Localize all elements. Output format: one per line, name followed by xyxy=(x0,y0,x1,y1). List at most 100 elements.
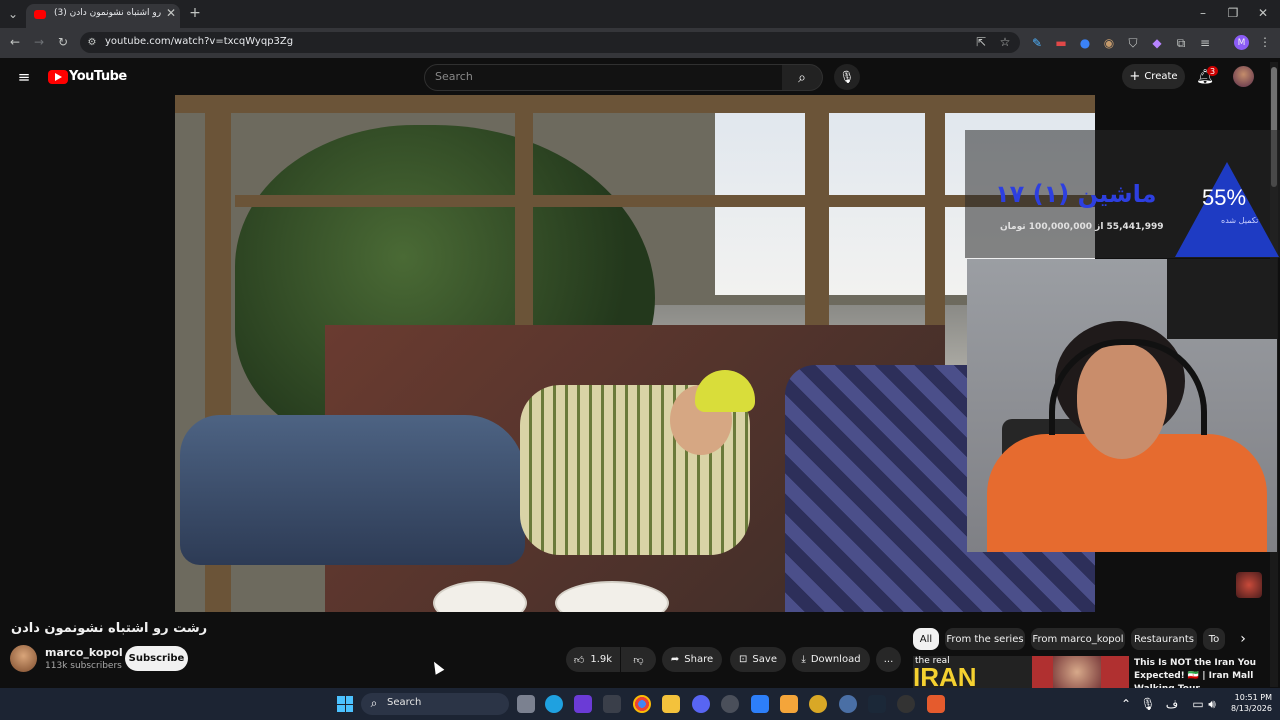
youtube-favicon-icon xyxy=(34,10,46,19)
tray-volume-icon[interactable]: 🔊︎ xyxy=(1206,697,1218,711)
plus-icon: + xyxy=(1129,69,1141,84)
game-icon[interactable] xyxy=(809,695,827,713)
discord-icon[interactable] xyxy=(692,695,710,713)
more-dots-icon: ... xyxy=(883,654,894,665)
clock[interactable]: 10:51 PM 8/13/2026 xyxy=(1222,692,1272,714)
vscode-icon[interactable] xyxy=(751,695,769,713)
steam-icon[interactable] xyxy=(868,695,886,713)
search-input[interactable]: Search xyxy=(435,70,473,83)
back-icon[interactable]: ← xyxy=(8,35,22,49)
edge-icon[interactable] xyxy=(545,695,563,713)
thumbnail-face xyxy=(1053,656,1101,688)
file-explorer-icon[interactable] xyxy=(662,695,680,713)
video-title: رشت رو اشتباه نشونمون دادن xyxy=(11,621,208,636)
app-14-icon[interactable] xyxy=(927,695,945,713)
app-11-icon[interactable] xyxy=(839,695,857,713)
profile-avatar[interactable]: M xyxy=(1234,35,1249,50)
search-box[interactable]: Search xyxy=(424,64,784,91)
tray-mic-icon[interactable]: 🎙 xyxy=(1140,697,1155,711)
extension-1-icon[interactable]: ✎ xyxy=(1030,36,1044,50)
overlay-title: ماشین (۱) ۱۷ xyxy=(995,180,1157,208)
tray-language-icon[interactable]: ف xyxy=(1166,697,1178,711)
obs-icon[interactable] xyxy=(721,695,739,713)
tab-list-icon[interactable]: ⌄ xyxy=(6,7,20,21)
channel-avatar[interactable] xyxy=(10,645,37,672)
search-button[interactable]: ⌕ xyxy=(782,64,823,91)
account-avatar[interactable] xyxy=(1233,66,1254,87)
task-view-icon[interactable] xyxy=(517,695,535,713)
donation-overlay: 55% تکمیل شده ماشین (۱) ۱۷ 55,441,999 از… xyxy=(965,130,1280,258)
new-tab-icon[interactable]: + xyxy=(188,5,202,21)
voice-search-button[interactable]: 🎙 xyxy=(834,64,860,90)
chip-from-channel[interactable]: From marco_kopol xyxy=(1031,628,1125,650)
extension-4-icon[interactable]: ◉ xyxy=(1102,36,1116,50)
site-info-icon[interactable]: ⚙ xyxy=(85,35,99,49)
video-roof-beam xyxy=(175,95,1095,113)
extension-6-icon[interactable]: ◆ xyxy=(1150,36,1164,50)
shield-icon[interactable]: ⛉ xyxy=(1126,36,1140,50)
like-count: 1.9k xyxy=(590,654,613,665)
streamer-webcam xyxy=(967,259,1277,552)
tab-title: رشت رو اشتباه نشونمون دادن (3) xyxy=(54,8,162,18)
share-arrow-icon: ➦ xyxy=(670,654,680,665)
video-player[interactable] xyxy=(175,95,1095,612)
clock-time: 10:51 PM xyxy=(1234,693,1272,702)
tray-chevron-icon[interactable]: ⌃ xyxy=(1120,697,1132,711)
tab-close-icon[interactable]: ✕ xyxy=(164,6,178,20)
browser-menu-icon[interactable]: ⋮ xyxy=(1258,35,1272,49)
more-actions-button[interactable]: ... xyxy=(876,647,901,672)
extensions-row: ✎ ▬ ● ◉ ⛉ ◆ ⧉ ≡ xyxy=(1030,36,1230,51)
download-icon: ⤓ xyxy=(801,654,806,665)
video-pillar-mid xyxy=(515,95,533,335)
chrome-icon[interactable] xyxy=(633,695,651,713)
minimize-icon[interactable]: – xyxy=(1196,6,1210,20)
media-player-icon[interactable] xyxy=(897,695,915,713)
dislike-button[interactable]: 👎︎ xyxy=(621,647,656,672)
extension-3-icon[interactable]: ● xyxy=(1078,36,1092,50)
cast-icon[interactable]: ⇱ xyxy=(974,35,988,49)
extension-2-icon[interactable]: ▬ xyxy=(1054,36,1068,50)
tray-display-icon[interactable]: ▭ xyxy=(1192,697,1204,711)
reload-icon[interactable]: ↻ xyxy=(56,35,70,49)
search-icon: ⌕ xyxy=(798,69,806,86)
youtube-logo-text[interactable]: YouTube xyxy=(69,69,127,84)
recommended-title[interactable]: This Is NOT the Iran You Expected! 🇮🇷 | … xyxy=(1134,657,1266,688)
download-button[interactable]: ⤓ Download xyxy=(792,647,870,672)
browser-tab[interactable]: رشت رو اشتباه نشونمون دادن (3) ✕ xyxy=(26,4,180,28)
chip-partial[interactable]: To xyxy=(1203,628,1225,650)
m-app-icon[interactable] xyxy=(780,695,798,713)
windows-start-icon[interactable] xyxy=(337,696,353,712)
save-button[interactable]: ⊡ Save xyxy=(730,647,786,672)
chip-restaurants[interactable]: Restaurants xyxy=(1131,628,1197,650)
recommended-thumbnail[interactable]: the real IRAN xyxy=(913,656,1129,688)
chip-all[interactable]: All xyxy=(913,628,939,650)
youtube-logo-icon[interactable] xyxy=(48,70,68,84)
puzzle-icon[interactable]: ⧉ xyxy=(1174,36,1188,50)
omnibox[interactable]: ⚙ youtube.com/watch?v=txcqWyqp3Zg ⇱ ☆ xyxy=(80,32,1020,53)
thumbs-down-icon: 👎︎ xyxy=(633,654,644,666)
menu-hamburger-icon[interactable]: ≡ xyxy=(16,68,32,86)
restore-icon[interactable]: ❐ xyxy=(1226,6,1240,20)
chevron-right-icon[interactable]: › xyxy=(1234,630,1252,648)
overlay-percent: 55% xyxy=(1202,185,1247,210)
subscribe-button[interactable]: Subscribe xyxy=(125,646,188,671)
share-button[interactable]: ➦ Share xyxy=(662,647,722,672)
create-button[interactable]: + Create xyxy=(1122,64,1185,89)
bookmark-icon: ⊡ xyxy=(739,654,748,665)
r-app-icon[interactable] xyxy=(574,695,592,713)
like-button[interactable]: 👍︎ 1.9k xyxy=(566,647,620,672)
create-label: Create xyxy=(1144,71,1178,82)
channel-name[interactable]: marco_kopol xyxy=(45,646,123,659)
share-label: Share xyxy=(684,654,714,665)
taskbar-search[interactable]: ⌕ Search xyxy=(361,693,509,715)
taskbar-search-icon: ⌕ xyxy=(370,695,378,710)
save-label: Save xyxy=(752,654,777,665)
reading-list-icon[interactable]: ≡ xyxy=(1198,36,1212,50)
bookmark-star-icon[interactable]: ☆ xyxy=(998,35,1012,49)
forward-icon[interactable]: → xyxy=(32,35,46,49)
microphone-icon: 🎙 xyxy=(839,70,855,84)
unity-icon[interactable] xyxy=(603,695,621,713)
channel-watermark[interactable] xyxy=(1236,572,1262,598)
close-window-icon[interactable]: ✕ xyxy=(1256,6,1270,20)
chip-from-the-series[interactable]: From the series xyxy=(945,628,1025,650)
